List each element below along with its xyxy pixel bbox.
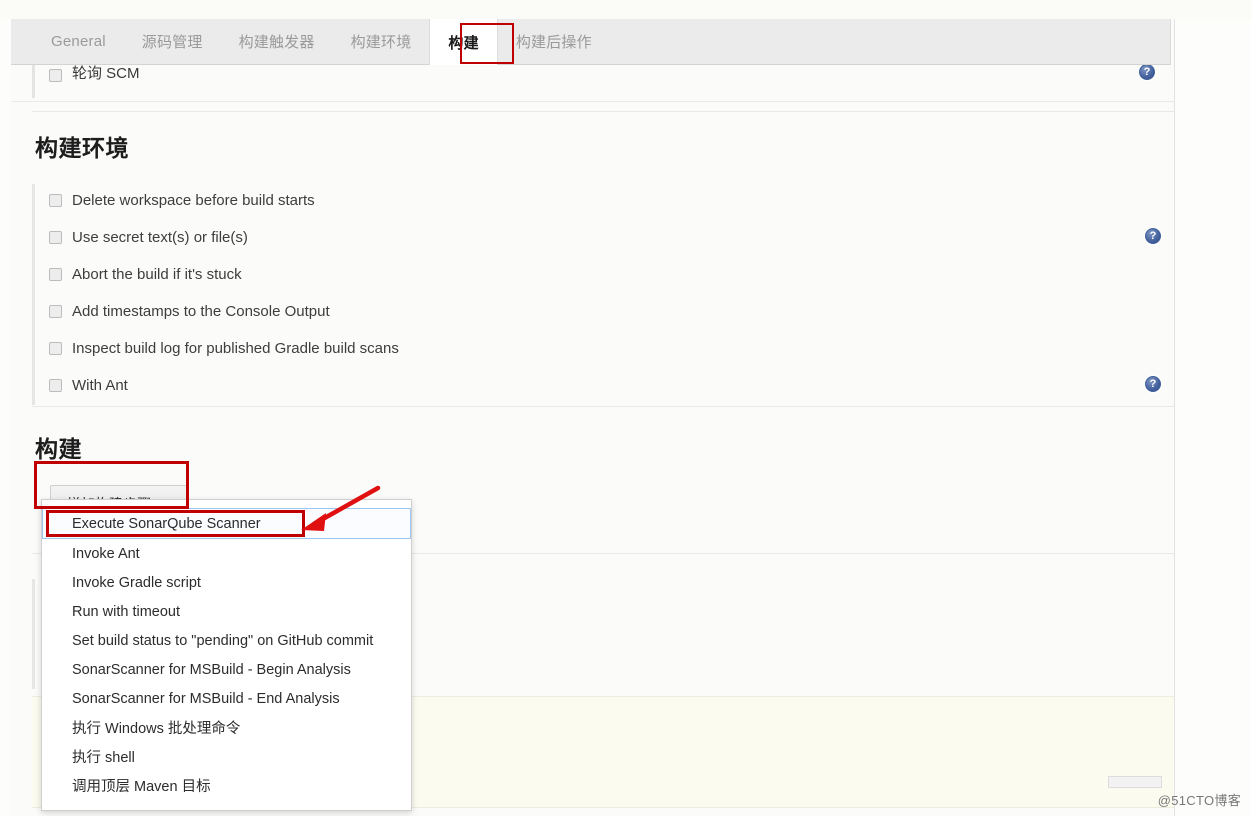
tab-label: 源码管理 [141, 34, 203, 51]
menu-item-label: Invoke Ant [72, 545, 140, 562]
poll-scm-checkbox[interactable] [49, 69, 62, 82]
tab-build-triggers[interactable]: 构建触发器 [221, 19, 333, 64]
menu-item-invoke-gradle-script[interactable]: Invoke Gradle script [42, 568, 411, 597]
menu-item-run-with-timeout[interactable]: Run with timeout [42, 597, 411, 626]
checkbox-row-timestamps[interactable]: Add timestamps to the Console Output [49, 298, 330, 324]
menu-item-label: 调用顶层 Maven 目标 [72, 779, 211, 795]
abort-stuck-checkbox[interactable] [49, 267, 62, 281]
menu-item-invoke-ant[interactable]: Invoke Ant [42, 539, 411, 568]
help-glyph: ? [1145, 228, 1161, 244]
tab-label: 构建触发器 [238, 34, 315, 51]
divider [32, 406, 1174, 407]
build-steps-rail [32, 579, 35, 689]
tab-general[interactable]: General [33, 19, 124, 64]
watermark-label: @51CTO博客 [1157, 793, 1241, 808]
menu-item-sonarscanner-msbuild-begin[interactable]: SonarScanner for MSBuild - Begin Analysi… [42, 655, 411, 684]
help-question-icon[interactable]: ? [1139, 64, 1155, 80]
config-tab-bar: General 源码管理 构建触发器 构建环境 构建 构建后操作 [11, 19, 1171, 65]
menu-item-label: Execute SonarQube Scanner [72, 515, 261, 532]
tab-label: 构建后操作 [515, 34, 592, 51]
checkbox-row-use-secret[interactable]: Use secret text(s) or file(s) [49, 224, 248, 250]
checkbox-label: With Ant [72, 376, 128, 394]
menu-item-label: Set build status to "pending" on GitHub … [72, 632, 374, 649]
menu-item-label: Run with timeout [72, 603, 180, 620]
tab-label: 构建 [448, 34, 479, 52]
menu-item-label: 执行 Windows 批处理命令 [72, 721, 241, 737]
help-glyph: ? [1139, 64, 1155, 80]
tab-post-build-actions[interactable]: 构建后操作 [498, 19, 610, 64]
add-build-step-dropdown-menu[interactable]: Execute SonarQube Scanner Invoke Ant Inv… [41, 499, 412, 811]
poll-scm-row: 轮询 SCM ? [11, 62, 1174, 102]
use-secret-checkbox[interactable] [49, 230, 62, 244]
tab-source-code-management[interactable]: 源码管理 [124, 19, 221, 64]
menu-item-label: 执行 shell [72, 750, 135, 766]
build-environment-heading: 构建环境 [35, 135, 129, 161]
inspect-gradle-scans-checkbox[interactable] [49, 341, 62, 355]
checkbox-row-gradle-scans[interactable]: Inspect build log for published Gradle b… [49, 335, 399, 361]
bottom-chip [1108, 776, 1162, 788]
menu-item-execute-windows-batch[interactable]: 执行 Windows 批处理命令 [42, 713, 411, 742]
menu-item-set-build-status-github[interactable]: Set build status to "pending" on GitHub … [42, 626, 411, 655]
jenkins-job-config-page: 轮询 SCM ? 构建环境 Delete workspace before bu… [0, 0, 1251, 816]
checkbox-label: Add timestamps to the Console Output [72, 302, 330, 320]
section-rail [32, 62, 35, 98]
checkbox-row-with-ant[interactable]: With Ant [49, 372, 128, 398]
checkbox-label: Delete workspace before build starts [72, 191, 315, 209]
menu-item-execute-sonarqube-scanner[interactable]: Execute SonarQube Scanner [42, 508, 411, 539]
menu-item-label: SonarScanner for MSBuild - End Analysis [72, 690, 340, 707]
with-ant-checkbox[interactable] [49, 378, 62, 392]
menu-item-invoke-top-level-maven-targets[interactable]: 调用顶层 Maven 目标 [42, 771, 411, 800]
page-top-strip [0, 0, 1251, 19]
checkbox-label: Abort the build if it's stuck [72, 265, 242, 283]
menu-item-execute-shell[interactable]: 执行 shell [42, 742, 411, 771]
help-question-icon[interactable]: ? [1145, 228, 1161, 244]
help-glyph: ? [1145, 376, 1161, 392]
poll-scm-label: 轮询 SCM [72, 65, 140, 82]
help-question-icon[interactable]: ? [1145, 376, 1161, 392]
checkbox-label: Inspect build log for published Gradle b… [72, 339, 399, 357]
menu-item-sonarscanner-msbuild-end[interactable]: SonarScanner for MSBuild - End Analysis [42, 684, 411, 713]
build-heading: 构建 [35, 436, 82, 462]
checkbox-row-abort-stuck[interactable]: Abort the build if it's stuck [49, 261, 242, 287]
tab-build[interactable]: 构建 [429, 19, 498, 65]
checkbox-label: Use secret text(s) or file(s) [72, 228, 248, 246]
menu-item-label: Invoke Gradle script [72, 574, 201, 591]
divider [32, 111, 1174, 112]
poll-scm-checkbox-wrap [49, 69, 62, 82]
add-timestamps-checkbox[interactable] [49, 304, 62, 318]
delete-workspace-checkbox[interactable] [49, 193, 62, 207]
menu-item-label: SonarScanner for MSBuild - Begin Analysi… [72, 661, 351, 678]
build-environment-rail [32, 184, 35, 405]
tab-build-environment[interactable]: 构建环境 [333, 19, 430, 64]
checkbox-row-delete-workspace[interactable]: Delete workspace before build starts [49, 187, 315, 213]
tab-label: 构建环境 [350, 34, 412, 51]
tab-label: General [51, 33, 106, 50]
